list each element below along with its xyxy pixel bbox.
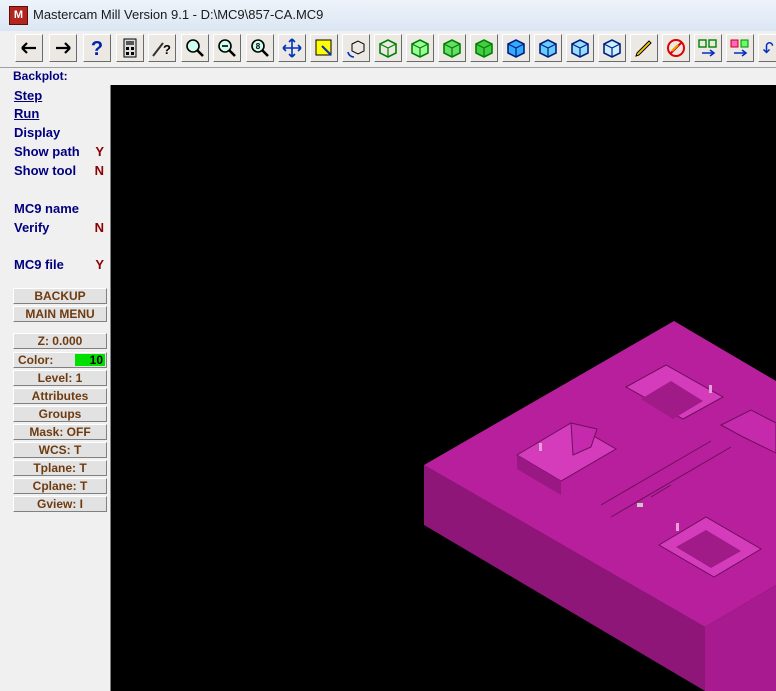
help-button[interactable]: ? [83, 34, 111, 62]
analyze-icon: ? [152, 42, 171, 57]
mc9-file-value: Y [95, 257, 104, 272]
menu-verify[interactable]: Verify N [14, 220, 108, 238]
z-depth-button[interactable]: Z: 0.000 [13, 333, 107, 349]
backup-button[interactable]: BACKUP [13, 288, 107, 304]
color-label: Color: [18, 353, 54, 367]
calculator-button[interactable] [116, 34, 144, 62]
view-top-solid-button[interactable] [502, 34, 530, 62]
menu-show-tool[interactable]: Show tool N [14, 163, 108, 181]
select-window-button[interactable] [310, 34, 338, 62]
svg-text:8: 8 [256, 42, 261, 51]
view-front-solid-button[interactable] [534, 34, 562, 62]
cplane-button[interactable]: Cplane: T [13, 478, 107, 494]
delete-button[interactable] [662, 34, 690, 62]
toolpath-marker [637, 503, 643, 507]
zoom-fit-button[interactable]: 8 [246, 34, 274, 62]
menu-mc9-name[interactable]: MC9 name [14, 201, 108, 219]
gview-button[interactable]: Gview: I [13, 496, 107, 512]
cube-blue-icon [603, 39, 621, 58]
menu-verify-label: Verify [14, 220, 50, 235]
title-bar: M Mastercam Mill Version 9.1 - D:\MC9\85… [0, 0, 776, 32]
level-button[interactable]: Level: 1 [13, 370, 107, 386]
zoom-fit-icon: 8 [251, 39, 269, 57]
menu-panel: Step Run Display Show path Y Show tool N M… [11, 85, 111, 691]
view-top-button[interactable] [374, 34, 402, 62]
zoom-in-icon [186, 39, 204, 57]
menu-step-label: Step [14, 88, 43, 103]
forward-button[interactable] [49, 34, 77, 62]
window-title: Mastercam Mill Version 9.1 - D:\MC9\857-… [33, 7, 324, 22]
rotate-button[interactable] [342, 34, 370, 62]
menu-mc9-file-label: MC9 file [14, 257, 64, 272]
analyze-button[interactable]: ? [148, 34, 176, 62]
toolbar: ? ? 8 [0, 31, 776, 68]
cube-green-icon [411, 39, 429, 58]
rotate-icon [347, 40, 365, 58]
wcs-button[interactable]: WCS: T [13, 442, 107, 458]
view-iso-button[interactable] [470, 34, 498, 62]
zoom-out-icon [218, 39, 236, 57]
view-front-button[interactable] [406, 34, 434, 62]
groups-button[interactable]: Groups [13, 406, 107, 422]
tplane-button[interactable]: Tplane: T [13, 460, 107, 476]
mask-button[interactable]: Mask: OFF [13, 424, 107, 440]
menu-step[interactable]: Step [14, 88, 108, 106]
menu-show-tool-label: Show tool [14, 163, 77, 178]
cube-blue-icon [539, 39, 557, 58]
undo-icon [762, 42, 774, 54]
cube-green-icon [475, 39, 493, 58]
main-menu-button[interactable]: MAIN MENU [13, 306, 107, 322]
attributes-button[interactable]: Attributes [13, 388, 107, 404]
menu-mc9-name-label: MC9 name [14, 201, 80, 216]
menu-mc9-file[interactable]: MC9 file Y [14, 257, 108, 275]
view-side-button[interactable] [438, 34, 466, 62]
graphics-viewport[interactable] [111, 85, 776, 691]
pan-icon [282, 38, 302, 58]
zoom-in-button[interactable] [181, 34, 209, 62]
select-window-icon [315, 39, 332, 56]
pan-button[interactable] [278, 34, 306, 62]
unzoom-button[interactable] [213, 34, 241, 62]
pencil-icon [635, 40, 652, 57]
verify-value: N [94, 220, 104, 235]
color-group-button[interactable] [726, 34, 754, 62]
svg-text:?: ? [163, 42, 171, 57]
mastercam-icon[interactable]: M [9, 6, 28, 25]
group-button[interactable] [694, 34, 722, 62]
arrow-left-icon [21, 42, 36, 54]
svg-text:?: ? [91, 38, 103, 60]
view-iso-solid-button[interactable] [598, 34, 626, 62]
color-button[interactable]: Color: 10 [13, 352, 107, 368]
menu-display[interactable]: Display [14, 125, 108, 143]
cube-blue-icon [507, 39, 525, 58]
view-side-solid-button[interactable] [566, 34, 594, 62]
show-path-value: Y [95, 144, 104, 159]
part-model [424, 321, 776, 691]
question-icon: ? [91, 38, 103, 60]
menu-run-label: Run [14, 106, 40, 121]
show-tool-value: N [94, 163, 104, 178]
color-group-icon [730, 39, 749, 57]
menu-display-label: Display [14, 125, 61, 140]
prompt-label: Backplot: [13, 69, 68, 83]
menu-show-path-label: Show path [14, 144, 80, 159]
cube-green-icon [379, 39, 397, 58]
group-icon [698, 39, 717, 57]
undo-button[interactable] [758, 34, 776, 62]
delete-icon [667, 39, 685, 57]
arrow-right-icon [56, 42, 71, 54]
back-button[interactable] [15, 34, 43, 62]
color-swatch: 10 [75, 354, 105, 366]
calculator-icon [123, 38, 137, 58]
menu-show-path[interactable]: Show path Y [14, 144, 108, 162]
menu-run[interactable]: Run [14, 106, 108, 124]
cube-blue-icon [571, 39, 589, 58]
edit-button[interactable] [630, 34, 658, 62]
cube-green-icon [443, 39, 461, 58]
